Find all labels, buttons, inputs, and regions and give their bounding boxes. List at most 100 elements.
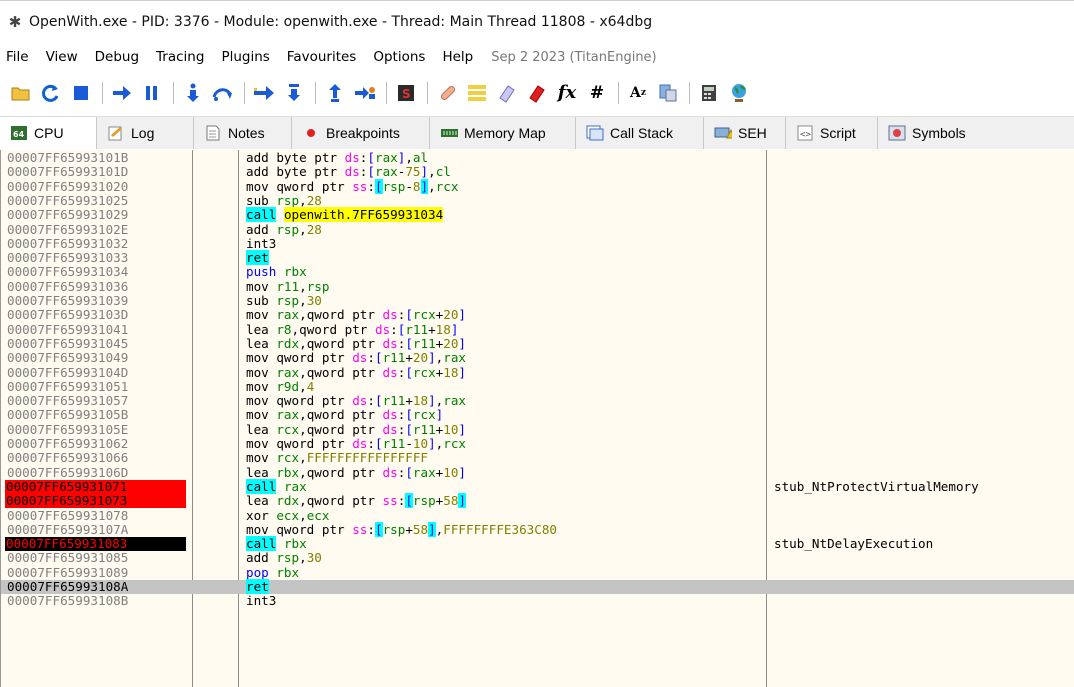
execute-till-return-icon[interactable]	[324, 82, 346, 104]
address-cell[interactable]: 00007FF659931045	[6, 336, 186, 351]
disasm-row[interactable]: 00007FF659931051 mov r9d,4	[1, 379, 1074, 394]
trace-into-icon[interactable]	[253, 82, 275, 104]
scylla-icon[interactable]: S	[395, 82, 417, 104]
calls-icon[interactable]	[657, 82, 679, 104]
instruction-cell[interactable]: ret	[246, 579, 269, 594]
address-cell[interactable]: 00007FF65993108A	[6, 579, 186, 594]
instruction-cell[interactable]: add rsp,28	[246, 222, 322, 237]
run-to-user-code-icon[interactable]	[354, 82, 376, 104]
instruction-cell[interactable]: lea r8,qword ptr ds:[r11+18]	[246, 322, 458, 337]
address-cell[interactable]: 00007FF65993108B	[6, 593, 186, 608]
instruction-cell[interactable]: sub rsp,28	[246, 193, 322, 208]
address-cell[interactable]: 00007FF659931041	[6, 322, 186, 337]
address-cell[interactable]: 00007FF659931036	[6, 279, 186, 294]
disasm-row[interactable]: 00007FF65993101D add byte ptr ds:[rax-75]…	[1, 164, 1074, 179]
disasm-row[interactable]: 00007FF65993105E lea rcx,qword ptr ds:[r1…	[1, 422, 1074, 437]
instruction-cell[interactable]: mov qword ptr ds:[r11+18],rax	[246, 393, 466, 408]
open-icon[interactable]	[10, 82, 32, 104]
disasm-row[interactable]: 00007FF659931085 add rsp,30	[1, 551, 1074, 566]
instruction-cell[interactable]: lea rbx,qword ptr ds:[rax+10]	[246, 465, 466, 480]
instruction-cell[interactable]: ret	[246, 250, 269, 266]
tab-script[interactable]: <> Script	[786, 117, 878, 149]
instruction-cell[interactable]: mov qword ptr ss:[rsp-8],rcx	[246, 178, 458, 194]
address-cell[interactable]: 00007FF659931051	[6, 379, 186, 394]
address-cell[interactable]: 00007FF659931034	[6, 265, 186, 280]
address-cell[interactable]: 00007FF659931025	[6, 193, 186, 208]
address-cell[interactable]: 00007FF659931089	[6, 565, 186, 580]
strings-icon[interactable]: Az	[627, 82, 649, 104]
tab-memory-map[interactable]: Memory Map	[430, 117, 576, 149]
address-cell[interactable]: 00007FF65993104D	[6, 365, 186, 380]
instruction-cell[interactable]: mov qword ptr ss:[rsp+58],FFFFFFFFE363C8…	[246, 521, 557, 537]
disasm-row[interactable]: 00007FF659931049 mov qword ptr ds:[r11+20…	[1, 350, 1074, 365]
disasm-row[interactable]: 00007FF659931033 ret	[1, 250, 1074, 266]
address-cell[interactable]: 00007FF659931033	[6, 250, 186, 265]
instruction-cell[interactable]: int3	[246, 594, 276, 608]
instruction-cell[interactable]: mov rcx,FFFFFFFFFFFFFFFF	[246, 451, 428, 465]
comment-cell[interactable]: stub_NtProtectVirtualMemory	[774, 479, 979, 494]
restart-icon[interactable]	[40, 82, 62, 104]
tab-notes[interactable]: Notes	[194, 117, 292, 149]
address-cell[interactable]: 00007FF659931083	[5, 536, 186, 552]
disasm-row[interactable]: 00007FF659931078 xor ecx,ecx	[1, 508, 1074, 523]
bookmarks-icon[interactable]	[526, 82, 548, 104]
address-cell[interactable]: 00007FF659931071	[5, 479, 186, 495]
comments-icon[interactable]	[466, 82, 488, 104]
instruction-cell[interactable]: mov rax,qword ptr ds:[rcx]	[246, 408, 443, 422]
address-cell[interactable]: 00007FF659931073	[5, 493, 186, 509]
disasm-row[interactable]: 00007FF659931025 sub rsp,28	[1, 193, 1074, 208]
instruction-cell[interactable]: call rbx	[246, 536, 307, 552]
tab-symbols[interactable]: Symbols	[878, 117, 1074, 149]
disasm-row[interactable]: 00007FF65993106D lea rbx,qword ptr ds:[ra…	[1, 465, 1074, 480]
address-cell[interactable]: 00007FF65993102E	[6, 222, 186, 237]
labels-icon[interactable]	[496, 82, 518, 104]
instruction-cell[interactable]: mov qword ptr ds:[r11-10],rcx	[246, 436, 466, 451]
address-cell[interactable]: 00007FF659931062	[6, 436, 186, 451]
disasm-row[interactable]: 00007FF659931089 pop rbx	[1, 565, 1074, 580]
instruction-cell[interactable]: mov qword ptr ds:[r11+20],rax	[246, 351, 466, 365]
address-cell[interactable]: 00007FF659931066	[6, 450, 186, 465]
tab-seh[interactable]: SEH	[704, 117, 786, 149]
patch-icon[interactable]	[436, 82, 458, 104]
address-cell[interactable]: 00007FF659931085	[6, 551, 186, 566]
tab-call-stack[interactable]: Call Stack	[576, 117, 704, 149]
menu-view[interactable]: View	[46, 49, 78, 65]
address-cell[interactable]: 00007FF65993105E	[6, 422, 186, 437]
disasm-row[interactable]: 00007FF65993105B mov rax,qword ptr ds:[rc…	[1, 408, 1074, 423]
address-cell[interactable]: 00007FF65993105B	[6, 408, 186, 423]
instruction-cell[interactable]: add byte ptr ds:[rax],al	[246, 150, 428, 165]
disasm-row[interactable]: 00007FF65993103D mov rax,qword ptr ds:[rc…	[1, 307, 1074, 322]
disasm-row[interactable]: 00007FF659931036 mov r11,rsp	[1, 279, 1074, 294]
address-cell[interactable]: 00007FF65993107A	[6, 522, 186, 537]
instruction-cell[interactable]: xor ecx,ecx	[246, 508, 329, 523]
globe-icon[interactable]	[728, 82, 750, 104]
menu-plugins[interactable]: Plugins	[221, 49, 269, 65]
address-cell[interactable]: 00007FF65993106D	[6, 465, 186, 480]
menu-debug[interactable]: Debug	[95, 49, 139, 65]
disasm-row[interactable]: 00007FF659931083 call rbx stub_NtDelayExec…	[1, 536, 1074, 552]
instruction-cell[interactable]: lea rcx,qword ptr ds:[r11+10]	[246, 422, 466, 437]
disasm-row[interactable]: 00007FF65993101B add byte ptr ds:[rax],al	[1, 150, 1074, 165]
disasm-row[interactable]: 00007FF65993108B int3	[1, 593, 1074, 608]
menu-file[interactable]: File	[6, 49, 29, 65]
disasm-row[interactable]: 00007FF659931039 sub rsp,30	[1, 293, 1074, 308]
disasm-row[interactable]: 00007FF659931029 call openwith.7FF6599310…	[1, 207, 1074, 223]
instruction-cell[interactable]: pop rbx	[246, 565, 299, 580]
run-icon[interactable]	[111, 82, 133, 104]
instruction-cell[interactable]: mov rax,qword ptr ds:[rcx+18]	[246, 365, 466, 380]
disasm-row[interactable]: 00007FF65993102E add rsp,28	[1, 222, 1074, 237]
tab-breakpoints[interactable]: Breakpoints	[292, 117, 430, 149]
comment-cell[interactable]: stub_NtDelayExecution	[774, 536, 933, 551]
menu-favourites[interactable]: Favourites	[287, 49, 357, 65]
disasm-row[interactable]: 00007FF65993108A ret	[1, 579, 1074, 595]
instruction-cell[interactable]: int3	[246, 236, 276, 251]
address-cell[interactable]: 00007FF659931049	[6, 350, 186, 365]
instruction-cell[interactable]: add rsp,30	[246, 551, 322, 565]
instruction-cell[interactable]: call rax	[246, 478, 307, 494]
calculator-icon[interactable]	[698, 82, 720, 104]
address-cell[interactable]: 00007FF659931020	[6, 179, 186, 194]
tab-cpu[interactable]: 64 CPU	[0, 117, 97, 149]
address-cell[interactable]: 00007FF659931057	[6, 393, 186, 408]
disasm-row[interactable]: 00007FF659931071 call rax stub_NtProtectVi…	[1, 478, 1074, 495]
disasm-row[interactable]: 00007FF65993107A mov qword ptr ss:[rsp+58…	[1, 521, 1074, 537]
